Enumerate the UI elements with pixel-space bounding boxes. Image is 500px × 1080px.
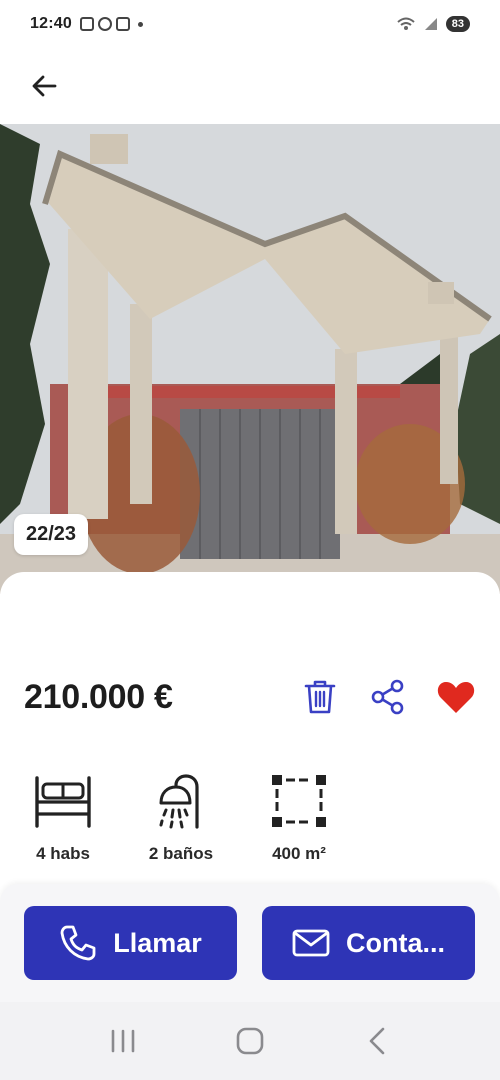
status-left: 12:40 [30,15,143,33]
home-icon [236,1027,264,1055]
arrow-left-icon [32,75,57,97]
share-button[interactable] [368,677,408,717]
home-button[interactable] [220,1011,280,1071]
recent-apps-button[interactable] [93,1011,153,1071]
recent-apps-icon [112,1029,135,1053]
top-bar [0,48,500,124]
features: 4 habs 2 baños 400 m² [24,772,338,864]
bed-icon [35,776,91,828]
area-icon [272,775,326,827]
status-right: 83 [396,16,470,32]
delete-button[interactable] [300,677,340,717]
listing-actions [300,677,476,717]
feature-icon-wrap [270,772,328,830]
status-bar: 12:40 83 [0,0,500,48]
back-icon [369,1027,384,1055]
signal-icon [424,18,437,30]
notification-icon [79,17,94,31]
phone-icon [60,925,96,961]
mail-icon [292,929,330,957]
photo-counter: 22/23 [14,514,89,555]
trash-icon [304,680,336,714]
share-icon [371,679,404,715]
feature-icon-wrap [157,772,205,830]
status-time: 12:40 [30,15,72,32]
feature-label: 400 m² [272,844,326,863]
heart-icon [437,682,475,713]
feature-bathrooms: 2 baños [142,772,220,864]
price-row: 210.000 € [24,672,476,722]
feature-bedrooms: 4 habs [24,772,102,864]
price: 210.000 € [24,677,173,716]
feature-area: 400 m² [260,772,338,864]
notification-icons [79,17,143,31]
feature-icon-wrap [32,772,94,830]
feature-label: 4 habs [36,844,90,863]
notification-icon [115,17,130,31]
contact-button[interactable]: Conta... [262,906,475,980]
system-nav-bar [0,1002,500,1080]
system-back-button[interactable] [347,1011,407,1071]
call-button[interactable]: Llamar [24,906,237,980]
battery-badge: 83 [445,16,470,32]
wifi-icon [397,17,415,30]
back-button[interactable] [24,66,64,106]
contact-label: Conta... [346,927,445,958]
call-label: Llamar [113,927,202,958]
dot-icon [137,21,143,27]
favorite-button[interactable] [436,677,476,717]
shower-icon [159,774,199,829]
notification-icon [97,17,112,31]
feature-label: 2 baños [148,844,214,863]
